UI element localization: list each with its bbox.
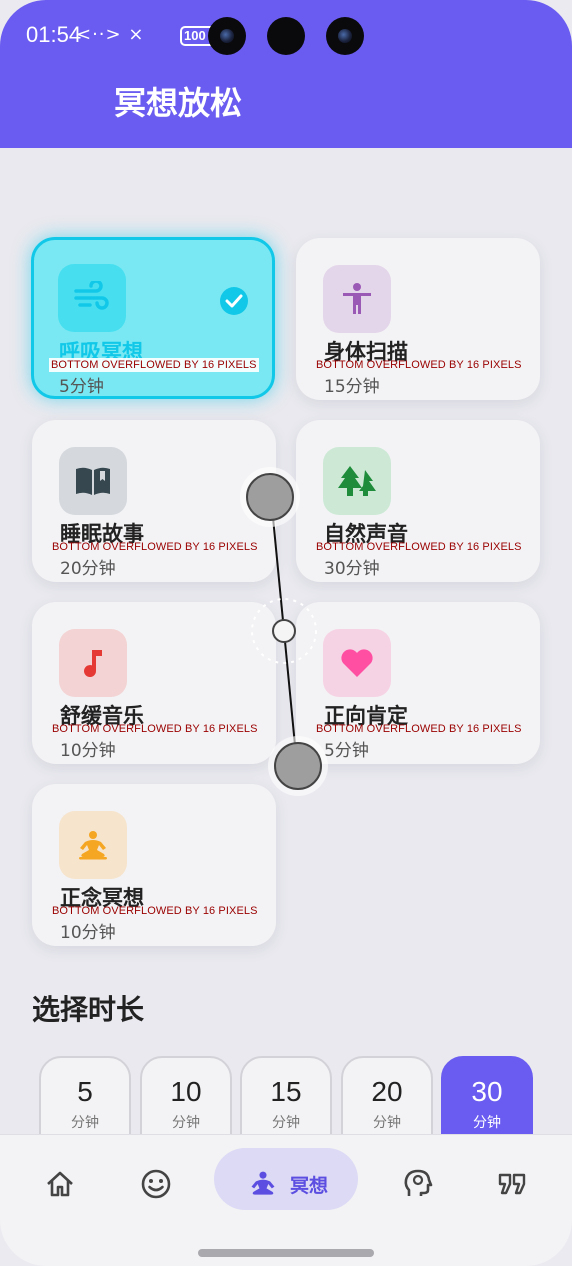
nav-item-quotes[interactable]: [494, 1161, 530, 1207]
nav-item-mood[interactable]: [136, 1161, 176, 1207]
nav-label-meditation: 冥想: [289, 1174, 328, 1197]
home-icon: [47, 1171, 73, 1197]
phone-screen: 01:54 <··> × 100 冥想放松 呼吸冥想 BOTTOM OVERFL…: [0, 0, 572, 1266]
touch-center-icon: [272, 619, 296, 643]
quote-icon: [498, 1173, 526, 1195]
psychology-icon: [404, 1169, 433, 1196]
touch-point-icon: [274, 742, 322, 790]
nav-item-meditation[interactable]: 冥想: [240, 1161, 336, 1207]
duration-section-title: 选择时长: [32, 993, 145, 1026]
mood-icon: [141, 1169, 171, 1199]
meditation-icon: [251, 1171, 275, 1195]
gesture-home-bar[interactable]: [198, 1249, 374, 1257]
touch-point-icon: [246, 473, 294, 521]
bottom-navigation: 冥想: [0, 1134, 572, 1266]
nav-item-psychology[interactable]: [400, 1161, 436, 1207]
nav-item-home[interactable]: [40, 1161, 80, 1207]
